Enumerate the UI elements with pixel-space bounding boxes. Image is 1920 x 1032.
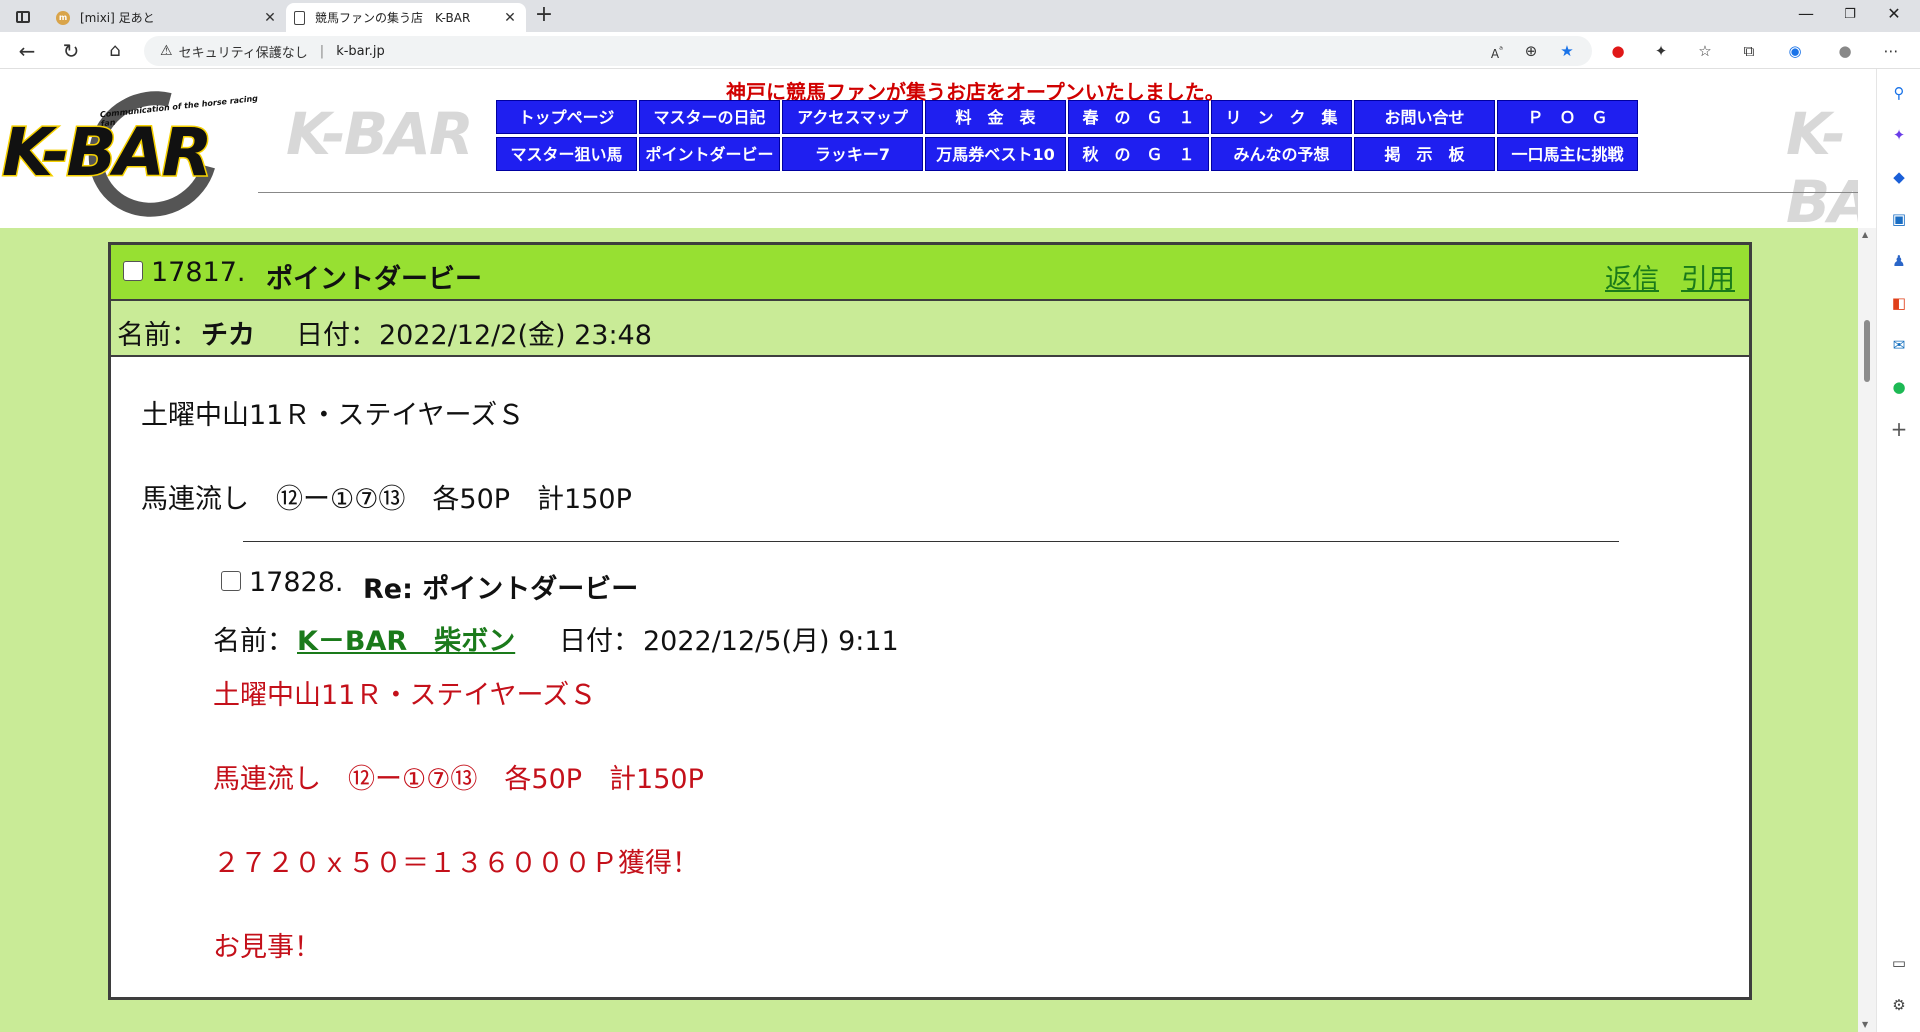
separator: | — [319, 43, 325, 59]
restore-button[interactable]: ❐ — [1830, 7, 1870, 22]
add-icon[interactable]: + — [1889, 419, 1909, 439]
post-number: 17817. — [151, 257, 246, 288]
nav-top-page[interactable]: トップページ — [496, 100, 637, 134]
document-icon — [294, 10, 305, 25]
tab-kbar[interactable]: 競馬ファンの集う店 K-BAR ✕ — [286, 3, 526, 32]
reply-date: 2022/12/5(月) 9:11 — [643, 626, 899, 657]
post-meta: 名前： チカ 日付： 2022/12/2(金) 23:48 — [111, 301, 1749, 357]
post-select-checkbox[interactable] — [123, 261, 143, 281]
reply-number: 17828. — [249, 567, 344, 598]
edge-bar-icon[interactable]: ◉ — [1784, 40, 1806, 62]
reply-date-label: 日付： — [559, 626, 640, 657]
post-divider — [243, 541, 1619, 542]
games-icon[interactable]: ♟ — [1889, 251, 1909, 271]
tab-actions-button[interactable] — [10, 6, 36, 28]
header-divider — [258, 192, 1858, 193]
search-icon[interactable]: ⚲ — [1889, 83, 1909, 103]
minimize-button[interactable]: — — [1786, 4, 1826, 23]
read-aloud-icon[interactable]: Aᵃ — [1486, 40, 1508, 62]
close-icon[interactable]: ✕ — [262, 10, 278, 26]
web-page: K-BAR K-BAR Communication of the horse r… — [0, 70, 1858, 1032]
page-scrollbar[interactable]: ▲ ▼ — [1858, 228, 1876, 1032]
reply-body-line: お見事！ — [213, 932, 321, 963]
nav-contact[interactable]: お問い合せ — [1354, 100, 1495, 134]
shopping-icon[interactable]: ◆ — [1889, 167, 1909, 187]
post-card: 17817. ポイントダービー 返信 引用 名前： チカ 日付： 2022/12… — [108, 242, 1752, 1000]
nav-point-derby[interactable]: ポイントダービー — [639, 137, 780, 171]
extension-icon[interactable]: ● — [1607, 40, 1629, 62]
post-header: 17817. ポイントダービー 返信 引用 — [111, 245, 1749, 301]
date-label: 日付： — [296, 320, 377, 351]
reply-select-checkbox[interactable] — [221, 571, 241, 591]
url-text[interactable]: k-bar.jp — [336, 44, 385, 59]
logo-text: K-BAR — [1, 113, 215, 193]
nav-links[interactable]: リ ン ク 集 — [1211, 100, 1352, 134]
copilot-icon[interactable]: ✦ — [1889, 125, 1909, 145]
zoom-icon[interactable]: ⊕ — [1520, 40, 1542, 62]
reply-author-link[interactable]: K－BAR 柴ボン — [297, 619, 515, 658]
collections-icon[interactable]: ⧉ — [1738, 40, 1760, 62]
office-icon[interactable]: ◧ — [1889, 293, 1909, 313]
address-input[interactable]: ⚠ セキュリティ保護なし | k-bar.jp — [144, 36, 1592, 66]
favorite-star-icon[interactable]: ★ — [1556, 40, 1578, 62]
nav-spring-g1[interactable]: 春 の Ｇ １ — [1068, 100, 1209, 134]
security-label[interactable]: セキュリティ保護なし — [179, 42, 308, 61]
site-header: K-BAR K-BAR Communication of the horse r… — [0, 70, 1858, 241]
tab-title: [mixi] 足あと — [80, 11, 155, 25]
address-bar-row: ← ↻ ⌂ ⚠ セキュリティ保護なし | k-bar.jp Aᵃ ⊕ ★ ● ✦… — [0, 32, 1920, 69]
close-window-button[interactable]: ✕ — [1874, 4, 1914, 23]
reply-link[interactable]: 返信 — [1605, 257, 1659, 296]
scrollbar-thumb[interactable] — [1864, 320, 1870, 382]
extensions-puzzle-icon[interactable]: ✦ — [1650, 40, 1672, 62]
favorites-icon[interactable]: ☆ — [1694, 40, 1716, 62]
nav-bulletin-board[interactable]: 掲 示 板 — [1354, 137, 1495, 171]
settings-icon[interactable]: ⚙ — [1889, 995, 1909, 1015]
warning-icon[interactable]: ⚠ — [160, 43, 173, 59]
tab-mixi[interactable]: m [mixi] 足あと ✕ — [48, 3, 286, 32]
site-nav: トップページ マスターの日記 アクセスマップ 料 金 表 春 の Ｇ １ リ ン… — [496, 100, 1638, 171]
spotify-icon[interactable]: ● — [1889, 377, 1909, 397]
nav-price-list[interactable]: 料 金 表 — [925, 100, 1066, 134]
outlook-icon[interactable]: ✉ — [1889, 335, 1909, 355]
profile-avatar-icon[interactable]: ● — [1834, 40, 1856, 62]
edge-sidebar: ⚲ ✦ ◆ ▣ ♟ ◧ ✉ ● + ▭ ⚙ — [1876, 69, 1920, 1032]
name-label: 名前： — [117, 320, 198, 351]
reply-body-line: ２７２０ｘ５０＝１３６０００Ｐ獲得！ — [213, 848, 699, 879]
reply-name-label: 名前： — [213, 626, 294, 657]
more-menu-icon[interactable]: ⋯ — [1880, 40, 1902, 62]
close-icon[interactable]: ✕ — [502, 10, 518, 26]
mixi-icon: m — [56, 10, 70, 25]
post-date: 2022/12/2(金) 23:48 — [379, 320, 652, 351]
reply-body-line: 土曜中山11Ｒ・ステイヤーズＳ — [213, 680, 597, 711]
nav-autumn-g1[interactable]: 秋 の Ｇ １ — [1068, 137, 1209, 171]
nav-hitokuchi-owner[interactable]: 一口馬主に挑戦 — [1497, 137, 1638, 171]
site-logo[interactable]: Communication of the horse racing fan K-… — [0, 70, 260, 241]
nav-master-diary[interactable]: マスターの日記 — [639, 100, 780, 134]
tab-bar: m [mixi] 足あと ✕ 競馬ファンの集う店 K-BAR ✕ + — ❐ ✕ — [0, 0, 1920, 32]
reply-title: Re: ポイントダービー — [363, 574, 639, 605]
post-body-line: 馬連流し ⑫ー①⑦⑬ 各50P 計150P — [141, 484, 632, 515]
nav-access-map[interactable]: アクセスマップ — [782, 100, 923, 134]
quote-link[interactable]: 引用 — [1681, 257, 1735, 296]
refresh-button[interactable]: ↻ — [58, 38, 84, 64]
reply-body-line: 馬連流し ⑫ー①⑦⑬ 各50P 計150P — [213, 764, 704, 795]
tools-icon[interactable]: ▣ — [1889, 209, 1909, 229]
post-title: ポイントダービー — [266, 264, 482, 295]
post-body-line: 土曜中山11Ｒ・ステイヤーズＳ — [141, 400, 525, 431]
nav-lucky7[interactable]: ラッキー7 — [782, 137, 923, 171]
sidebar-toggle-icon[interactable]: ▭ — [1889, 953, 1909, 973]
nav-master-picks[interactable]: マスター狙い馬 — [496, 137, 637, 171]
nav-everyone-picks[interactable]: みんなの予想 — [1211, 137, 1352, 171]
watermark-logo: K-BAR — [1786, 100, 1858, 236]
nav-pog[interactable]: Ｐ Ｏ Ｇ — [1497, 100, 1638, 134]
watermark-logo: K-BAR — [286, 100, 474, 168]
author-name: チカ — [201, 320, 255, 351]
back-button[interactable]: ← — [14, 38, 40, 64]
nav-big-payout-best10[interactable]: 万馬券ベスト10 — [925, 137, 1066, 171]
scroll-down-icon[interactable]: ▼ — [1862, 1020, 1868, 1029]
new-tab-button[interactable]: + — [532, 4, 556, 28]
tab-title: 競馬ファンの集う店 K-BAR — [315, 11, 471, 25]
scroll-up-icon[interactable]: ▲ — [1862, 230, 1868, 239]
home-button[interactable]: ⌂ — [102, 38, 128, 64]
